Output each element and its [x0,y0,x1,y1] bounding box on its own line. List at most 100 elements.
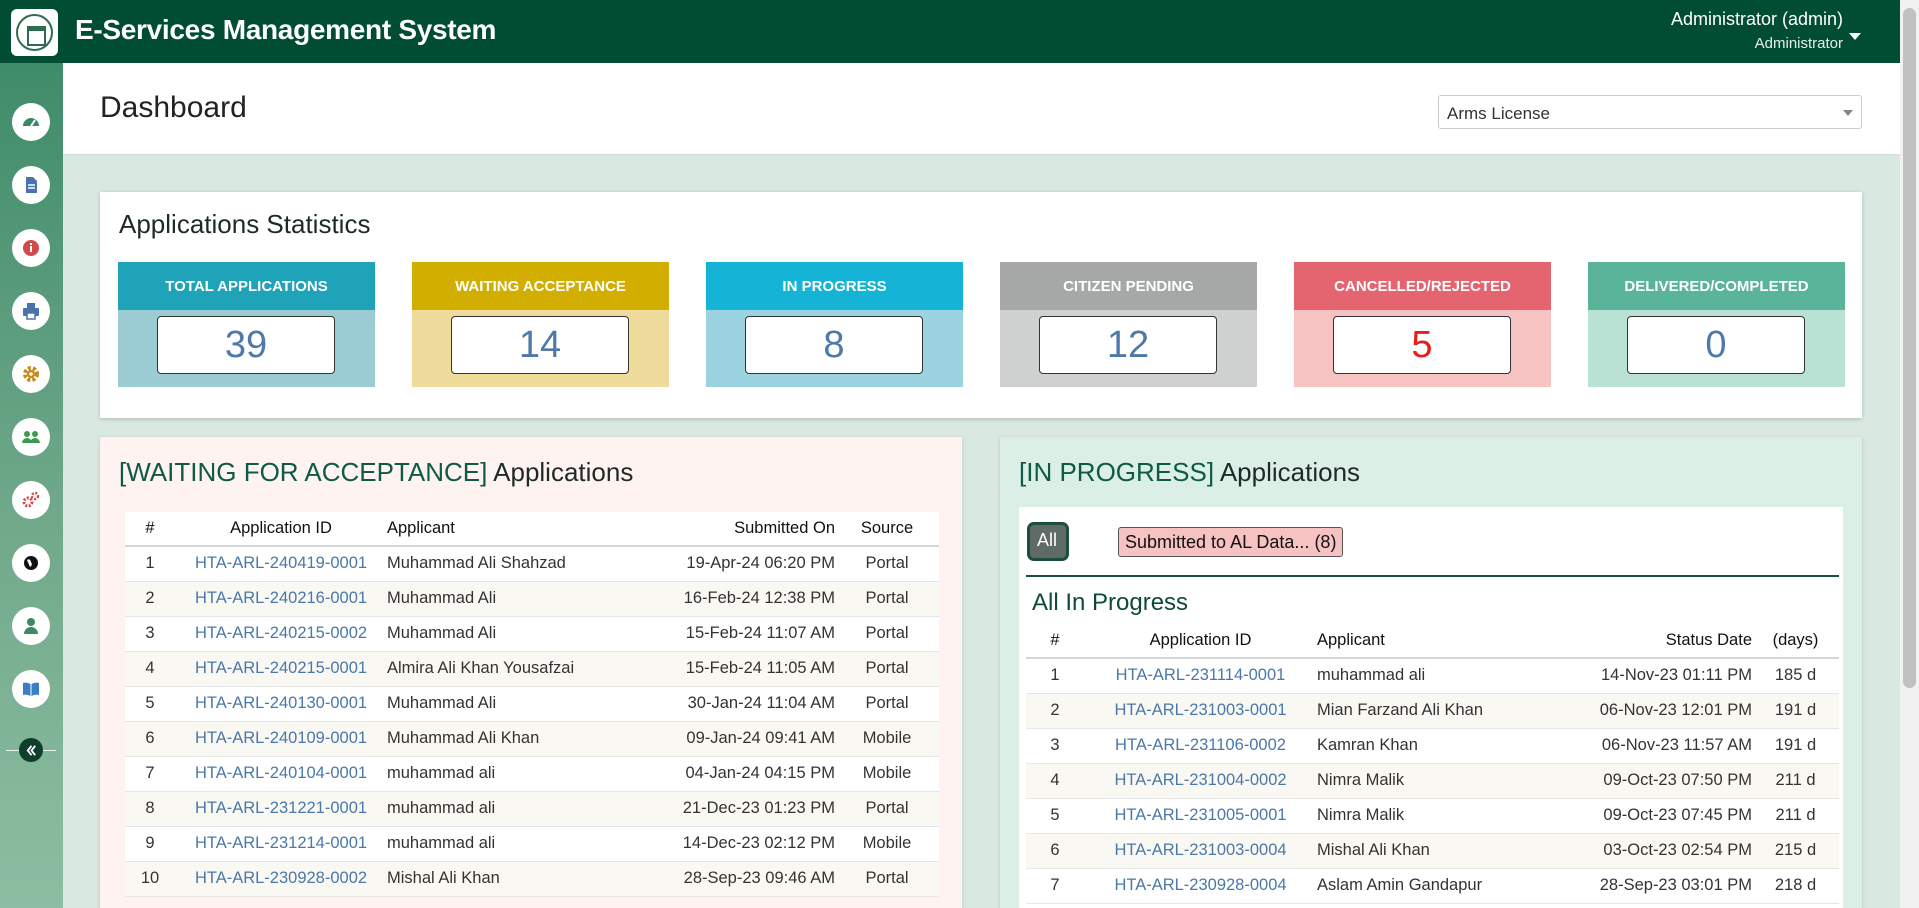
waiting-cell: Mobile [835,756,939,792]
progress-col-header[interactable]: Applicant [1317,624,1542,659]
application-id-link[interactable]: HTA-ARL-240215-0001 [175,651,387,687]
application-id-link[interactable]: HTA-ARL-240215-0002 [175,616,387,652]
scrollbar-thumb[interactable] [1903,8,1916,688]
app-logo[interactable] [11,9,58,56]
application-id-link[interactable]: HTA-ARL-240104-0001 [175,756,387,792]
sidebar-item-globe[interactable] [12,544,50,582]
progress-row: 2 HTA-ARL-231003-0001 Mian Farzand Ali Kha… [1026,693,1839,729]
waiting-cell: Muhammad Ali [387,616,637,652]
user-name[interactable]: Administrator (admin) [1671,9,1843,30]
user-menu-caret-icon[interactable] [1849,33,1861,40]
waiting-cell: muhammad ali [387,791,637,827]
waiting-row: 9 HTA-ARL-231214-0001 muhammad ali 14-Dec-2… [125,826,939,862]
stat-card-6[interactable]: DELIVERED/COMPLETED 0 [1588,262,1845,387]
applications-statistics-panel: Applications Statistics TOTAL APPLICATIO… [100,192,1862,418]
progress-cell: 2 [1026,693,1084,729]
waiting-col-header[interactable]: Submitted On [637,512,835,547]
globe-icon [24,556,38,570]
application-id-link[interactable]: HTA-ARL-230928-0002 [175,861,387,897]
waiting-col-header[interactable]: Source [835,512,939,547]
application-id-link[interactable]: HTA-ARL-240130-0001 [175,686,387,722]
waiting-cell: Mishal Ali Khan [387,861,637,897]
application-id-link[interactable]: HTA-ARL-231005-0001 [1084,798,1317,834]
progress-table-wrap: # Application ID Applicant Status Date (days… [1026,624,1839,904]
application-id-link[interactable]: HTA-ARL-231214-0001 [175,826,387,862]
document-icon [26,177,37,193]
waiting-col-header[interactable]: # [125,512,175,547]
sidebar-item-dashboard[interactable] [12,103,50,141]
stat-card-4[interactable]: CITIZEN PENDING 12 [1000,262,1257,387]
filter-all-pill[interactable]: All (8) [1030,525,1066,581]
progress-row: 3 HTA-ARL-231106-0002 Kamran Khan 06-Nov-23… [1026,728,1839,764]
progress-cell: Mian Farzand Ali Khan [1317,693,1542,729]
application-id-link[interactable]: HTA-ARL-231221-0001 [175,791,387,827]
waiting-cell: 3 [125,616,175,652]
sidebar-collapse-button[interactable] [19,738,43,762]
progress-cell: 185 d [1752,658,1839,694]
waiting-row: 1 HTA-ARL-240419-0001 Muhammad Ali Shahzad… [125,546,939,582]
progress-cell: Mishal Ali Khan [1317,833,1542,869]
application-id-link[interactable]: HTA-ARL-231004-0002 [1084,763,1317,799]
waiting-cell: 9 [125,826,175,862]
waiting-cell: 19-Apr-24 06:20 PM [637,546,835,582]
application-id-link[interactable]: HTA-ARL-231003-0001 [1084,693,1317,729]
waiting-table-wrap: # Application ID Applicant Submitted On Sour… [125,512,939,897]
stat-card-label: IN PROGRESS [706,262,963,310]
stat-card-2[interactable]: WAITING ACCEPTANCE 14 [412,262,669,387]
application-id-link[interactable]: HTA-ARL-230928-0004 [1084,868,1317,904]
stat-card-1[interactable]: TOTAL APPLICATIONS 39 [118,262,375,387]
info-icon [23,240,39,256]
sidebar-item-settings[interactable] [12,355,50,393]
stat-card-body: 8 [706,310,963,387]
stat-card-body: 39 [118,310,375,387]
waiting-cell: Portal [835,581,939,617]
waiting-row: 4 HTA-ARL-240215-0001 Almira Ali Khan Yous… [125,651,939,687]
progress-col-header[interactable]: (days) [1752,624,1839,659]
filter-submitted-pill[interactable]: Submitted to AL Data... (8) [1118,527,1344,557]
sidebar-item-info[interactable] [12,229,50,267]
sidebar-item-manual[interactable] [12,670,50,708]
stat-card-label: TOTAL APPLICATIONS [118,262,375,310]
stat-card-3[interactable]: IN PROGRESS 8 [706,262,963,387]
waiting-cell: 2 [125,581,175,617]
sidebar-item-print[interactable] [12,292,50,330]
waiting-cell: 4 [125,651,175,687]
stat-card-value: 14 [451,316,629,374]
waiting-cell: 1 [125,546,175,582]
service-select[interactable]: Arms License [1438,95,1862,129]
subtitle-rule [1026,575,1839,577]
progress-cell: Kamran Khan [1317,728,1542,764]
progress-col-header[interactable]: # [1026,624,1084,659]
stat-card-value: 12 [1039,316,1217,374]
progress-cell: 1 [1026,658,1084,694]
application-id-link[interactable]: HTA-ARL-240216-0001 [175,581,387,617]
select-caret-icon [1843,110,1853,116]
progress-cell: 211 d [1752,763,1839,799]
page-scrollbar[interactable] [1900,0,1919,908]
book-icon [23,682,39,696]
waiting-applications-panel: [WAITING FOR ACCEPTANCE] Applications # A… [100,437,962,908]
waiting-cell: 8 [125,791,175,827]
waiting-col-header[interactable]: Applicant [387,512,637,547]
application-id-link[interactable]: HTA-ARL-231003-0004 [1084,833,1317,869]
user-role[interactable]: Administrator [1755,35,1843,52]
waiting-cell: Portal [835,861,939,897]
progress-row: 1 HTA-ARL-231114-0001 muhammad ali 14-Nov-2… [1026,658,1839,694]
waiting-cell: 28-Sep-23 09:46 AM [637,861,835,897]
progress-cell: 7 [1026,868,1084,904]
waiting-table: # Application ID Applicant Submitted On Sour… [125,512,939,897]
progress-cell: 09-Oct-23 07:45 PM [1542,798,1752,834]
application-id-link[interactable]: HTA-ARL-231106-0002 [1084,728,1317,764]
stat-card-5[interactable]: CANCELLED/REJECTED 5 [1294,262,1551,387]
sidebar-item-documents[interactable] [12,166,50,204]
progress-col-header[interactable]: Status Date [1542,624,1752,659]
application-id-link[interactable]: HTA-ARL-240109-0001 [175,721,387,757]
progress-col-header[interactable]: Application ID [1084,624,1317,659]
sidebar-item-users[interactable] [12,418,50,456]
application-id-link[interactable]: HTA-ARL-231114-0001 [1084,658,1317,694]
sidebar-item-profile[interactable] [12,607,50,645]
sidebar-item-configuration[interactable] [12,481,50,519]
waiting-col-header[interactable]: Application ID [175,512,387,547]
application-id-link[interactable]: HTA-ARL-240419-0001 [175,546,387,582]
waiting-cell: Almira Ali Khan Yousafzai [387,651,637,687]
